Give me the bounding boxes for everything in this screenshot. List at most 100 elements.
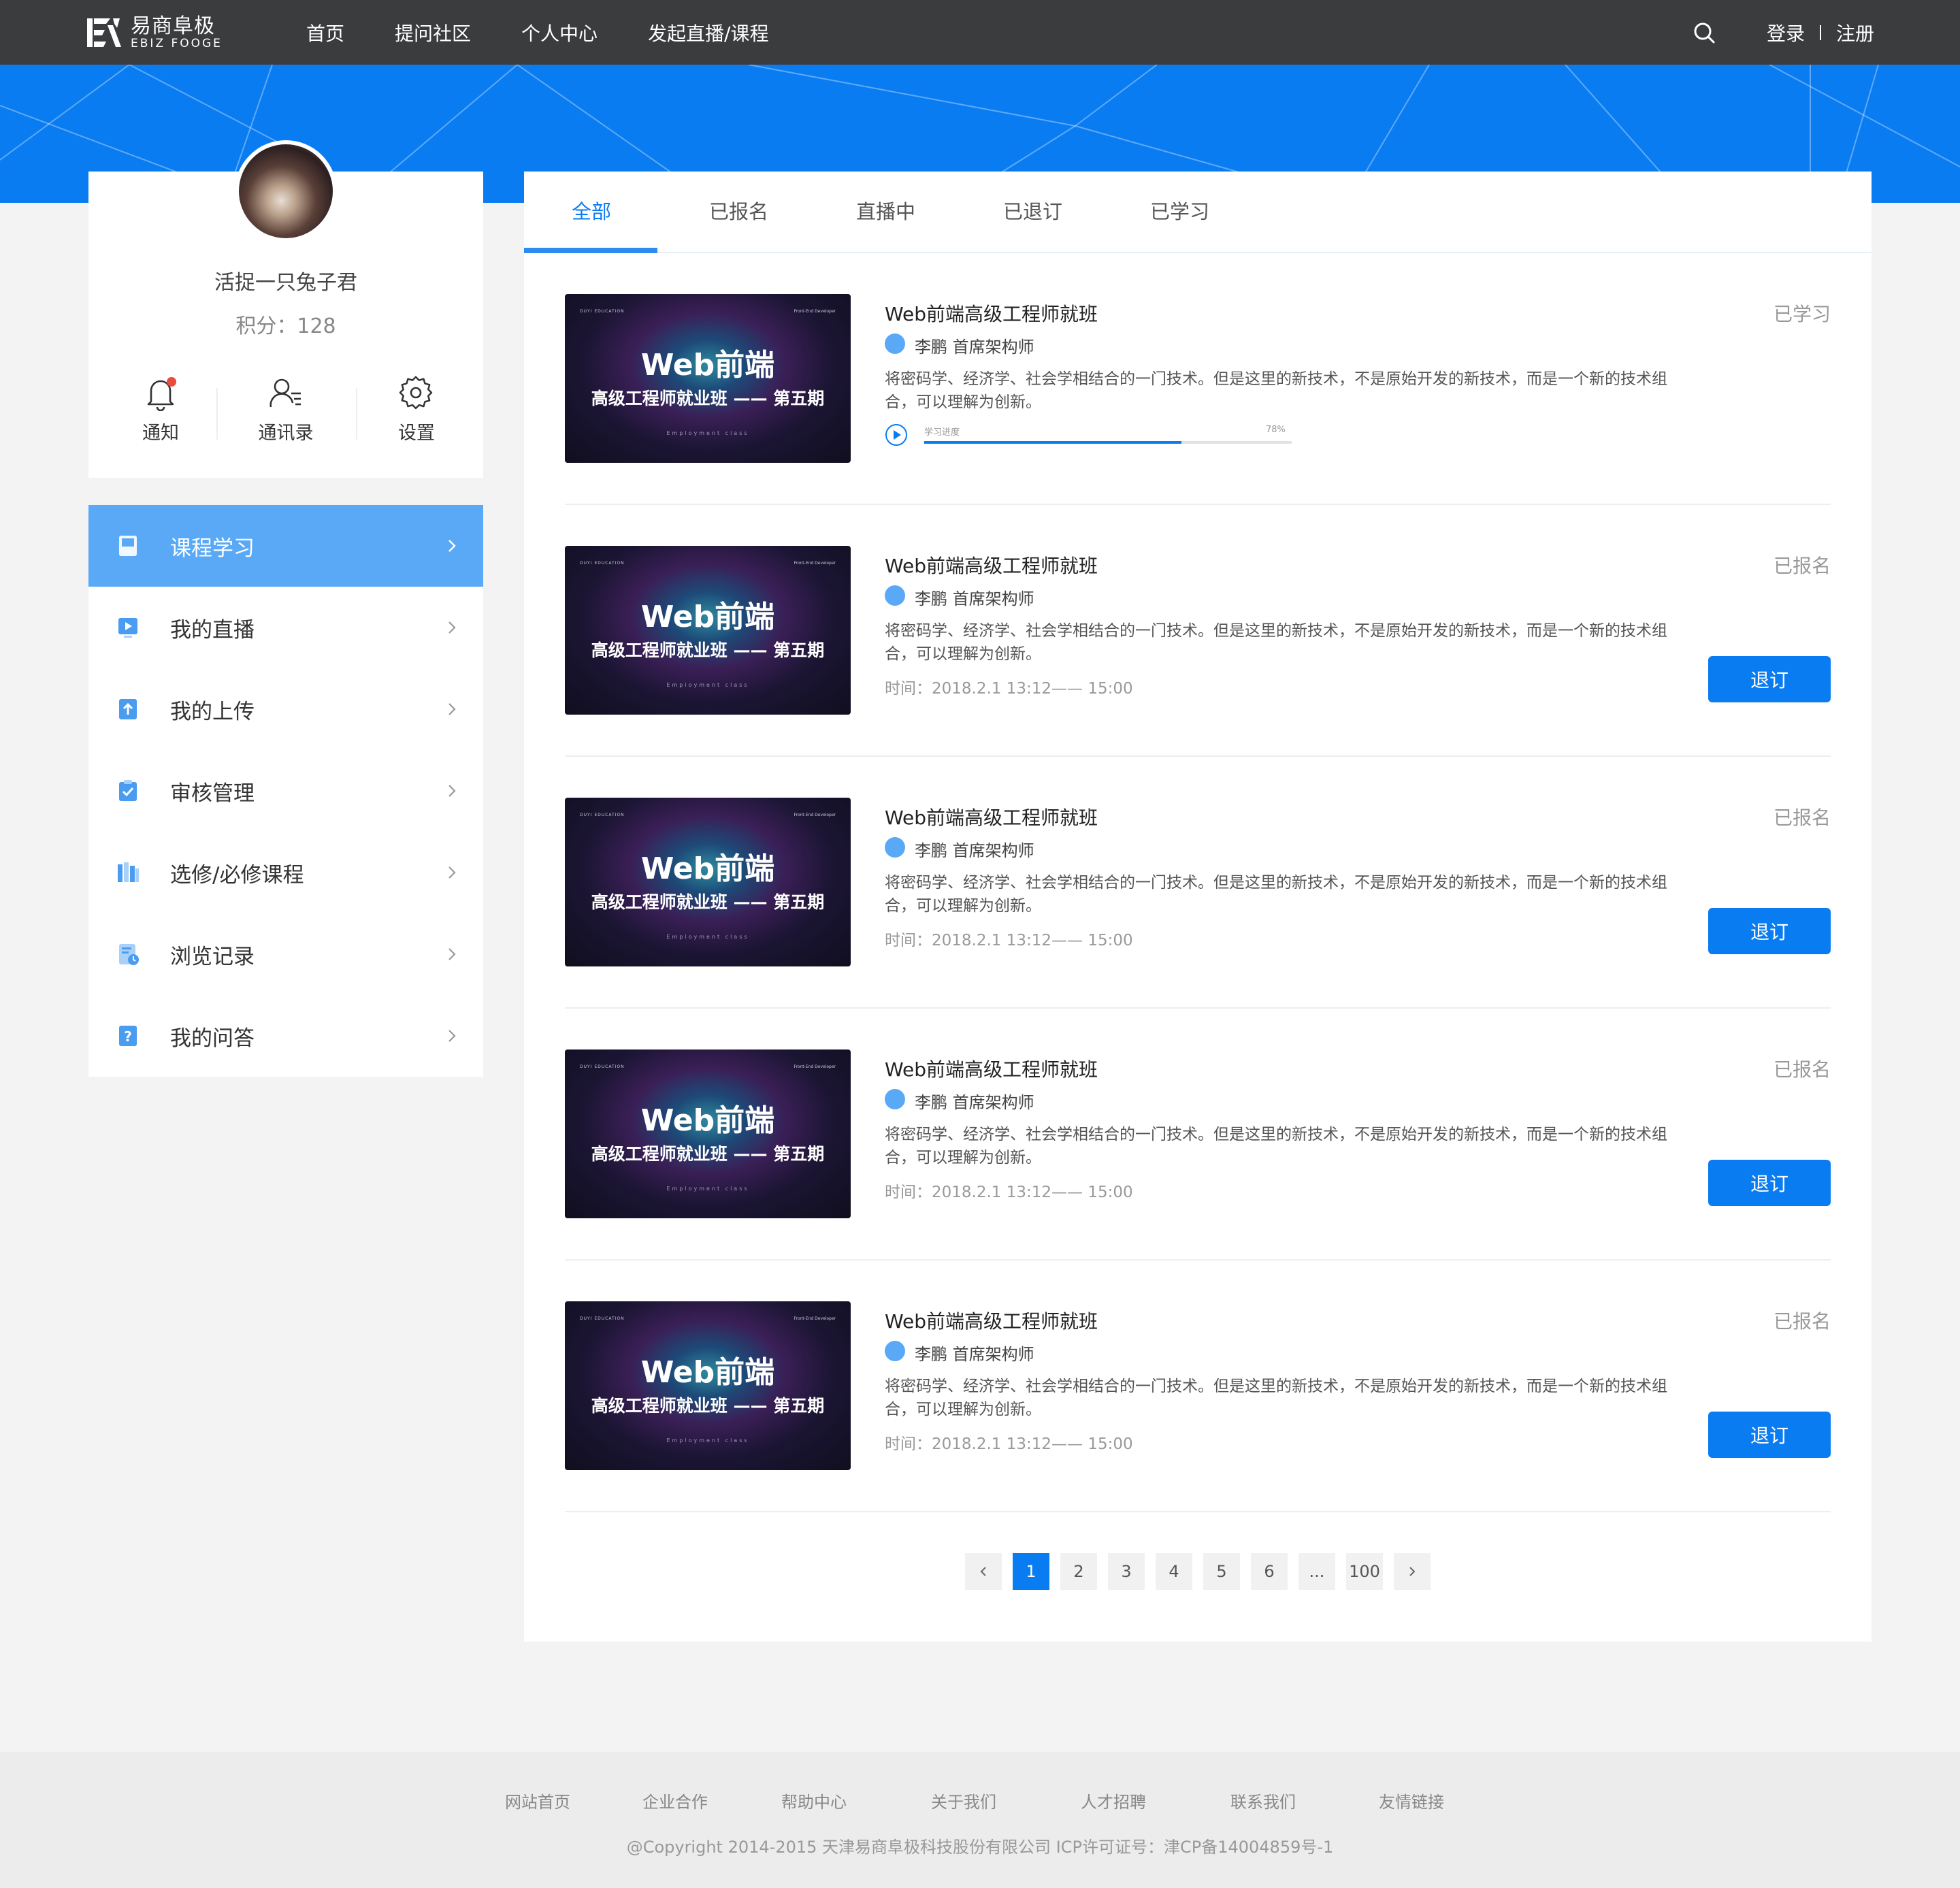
unsubscribe-button[interactable]: 退订 [1708, 908, 1831, 954]
page-button[interactable]: 5 [1203, 1553, 1240, 1590]
settings-button[interactable]: 设置 [362, 376, 471, 444]
sidebar-item-label: 我的直播 [170, 617, 255, 642]
sidebar-menu: 课程学习 我的直播 我的上传 审核管理 选修/必修课程 浏览记录 ? 我的问答 [88, 505, 483, 1077]
tab-unsubscribed[interactable]: 已退订 [1003, 196, 1062, 225]
thumbnail-tag: Front-End Developer [794, 1064, 836, 1069]
course-title[interactable]: Web前端高级工程师就班 [885, 1055, 1098, 1082]
unsubscribe-button[interactable]: 退订 [1708, 1412, 1831, 1458]
course-description: 将密码学、经济学、社会学相结合的一门技术。但是这里的新技术，不是原始开发的新技术… [885, 622, 1667, 663]
tab-enrolled[interactable]: 已报名 [709, 196, 768, 225]
live-icon [118, 618, 137, 638]
thumbnail-brand: DUYI EDUCATION [580, 1316, 625, 1321]
sidebar-item-course-study[interactable]: 课程学习 [88, 505, 483, 587]
quick-link-label: 通知 [142, 423, 179, 444]
footer-link[interactable]: 网站首页 [505, 1789, 570, 1812]
course-time: 时间：2018.2.1 13:12—— 15:00 [885, 1184, 1133, 1201]
thumbnail-brand: DUYI EDUCATION [580, 561, 625, 566]
thumbnail-footer: Employment class [666, 430, 749, 436]
login-link[interactable]: 登录 [1767, 19, 1805, 46]
course-thumbnail[interactable]: DUYI EDUCATION Front-End Developer Web前端… [565, 1301, 851, 1470]
page-button[interactable]: 3 [1108, 1553, 1145, 1590]
tab-learned[interactable]: 已学习 [1150, 196, 1209, 225]
thumbnail-brand: DUYI EDUCATION [580, 1064, 625, 1069]
course-title[interactable]: Web前端高级工程师就班 [885, 803, 1098, 830]
prev-page-button[interactable] [965, 1553, 1002, 1590]
thumbnail-footer: Employment class [666, 682, 749, 688]
question-icon: ? [119, 1026, 137, 1046]
logo-name: 易商阜极 [131, 14, 215, 38]
footer-link[interactable]: 帮助中心 [781, 1789, 847, 1812]
thumbnail-footer: Employment class [666, 1186, 749, 1192]
chevron-right-icon [448, 1030, 456, 1042]
course-description: 将密码学、经济学、社会学相结合的一门技术。但是这里的新技术，不是原始开发的新技术… [885, 1378, 1667, 1418]
course-thumbnail[interactable]: DUYI EDUCATION Front-End Developer Web前端… [565, 546, 851, 715]
register-link[interactable]: 注册 [1836, 19, 1874, 46]
search-icon[interactable] [1693, 21, 1716, 44]
course-thumbnail[interactable]: DUYI EDUCATION Front-End Developer Web前端… [565, 1049, 851, 1218]
gear-icon [399, 376, 433, 410]
sidebar-item-history[interactable]: 浏览记录 [88, 913, 483, 995]
page-button[interactable]: 1 [1013, 1553, 1049, 1590]
auth-divider [1820, 25, 1822, 40]
logo[interactable]: 易商阜极 EBIZ FOOGE [87, 14, 223, 52]
thumbnail-subtitle: 高级工程师就业班 —— 第五期 [591, 389, 825, 408]
course-title[interactable]: Web前端高级工程师就班 [885, 1307, 1098, 1334]
footer-link[interactable]: 人才招聘 [1081, 1789, 1146, 1812]
page-button[interactable]: 2 [1060, 1553, 1097, 1590]
bell-icon [147, 377, 176, 411]
course-status: 已报名 [1773, 807, 1831, 829]
sidebar-item-label: 我的问答 [170, 1026, 255, 1051]
logo-mark-icon [87, 18, 121, 47]
tab-live[interactable]: 直播中 [856, 196, 915, 225]
progress-percent: 78% [1266, 425, 1286, 435]
thumbnail-title: Web前端 [640, 1355, 775, 1390]
book-icon [119, 536, 137, 556]
thumbnail-title: Web前端 [640, 600, 775, 634]
page-button[interactable]: 100 [1346, 1553, 1383, 1590]
thumbnail-subtitle: 高级工程师就业班 —— 第五期 [591, 1144, 825, 1164]
course-thumbnail[interactable]: DUYI EDUCATION Front-End Developer Web前端… [565, 798, 851, 966]
progress-label: 学习进度 [924, 427, 960, 438]
nav-start-live[interactable]: 发起直播/课程 [648, 19, 768, 46]
course-item: DUYI EDUCATION Front-End Developer Web前端… [565, 505, 1831, 757]
sidebar-item-label: 审核管理 [170, 781, 255, 806]
sidebar-item-my-live[interactable]: 我的直播 [88, 587, 483, 668]
unsubscribe-button[interactable]: 退订 [1708, 656, 1831, 702]
teacher-avatar [885, 585, 905, 606]
nav-community[interactable]: 提问社区 [395, 19, 471, 46]
quick-link-label: 通讯录 [258, 423, 314, 444]
avatar[interactable] [235, 140, 337, 242]
thumbnail-brand: DUYI EDUCATION [580, 309, 625, 314]
filter-tabs: 全部 已报名 直播中 已退订 已学习 [524, 172, 1872, 253]
chevron-right-icon [448, 785, 456, 797]
sidebar-item-courses-elective[interactable]: 选修/必修课程 [88, 832, 483, 913]
page-button[interactable]: 6 [1251, 1553, 1288, 1590]
footer-link[interactable]: 企业合作 [642, 1789, 708, 1812]
nav-personal-center[interactable]: 个人中心 [521, 19, 598, 46]
course-item: DUYI EDUCATION Front-End Developer Web前端… [565, 757, 1831, 1009]
course-panel: 全部 已报名 直播中 已退订 已学习 DUYI EDUCATION Front-… [524, 172, 1872, 1642]
course-thumbnail[interactable]: DUYI EDUCATION Front-End Developer Web前端… [565, 294, 851, 463]
contacts-button[interactable]: 通讯录 [231, 376, 340, 444]
course-title[interactable]: Web前端高级工程师就班 [885, 299, 1098, 327]
notification-button[interactable]: 通知 [106, 376, 215, 444]
course-item: DUYI EDUCATION Front-End Developer Web前端… [565, 1009, 1831, 1260]
sidebar-item-my-qa[interactable]: ? 我的问答 [88, 995, 483, 1077]
chevron-right-icon [1409, 1567, 1416, 1576]
chevron-left-icon [980, 1567, 986, 1576]
tab-all[interactable]: 全部 [572, 196, 611, 225]
course-status: 已学习 [1773, 303, 1831, 325]
sidebar-item-my-upload[interactable]: 我的上传 [88, 668, 483, 750]
progress-bar [924, 441, 1292, 444]
page-button[interactable]: 4 [1156, 1553, 1192, 1590]
footer-link[interactable]: 友情链接 [1379, 1789, 1444, 1812]
unsubscribe-button[interactable]: 退订 [1708, 1160, 1831, 1206]
footer-link[interactable]: 联系我们 [1230, 1789, 1296, 1812]
course-title[interactable]: Web前端高级工程师就班 [885, 551, 1098, 579]
next-page-button[interactable] [1394, 1553, 1431, 1590]
footer-link[interactable]: 关于我们 [931, 1789, 996, 1812]
play-icon[interactable] [885, 423, 908, 446]
footer: 网站首页 企业合作 帮助中心 关于我们 人才招聘 联系我们 友情链接 @Copy… [0, 1752, 1960, 1888]
sidebar-item-review[interactable]: 审核管理 [88, 750, 483, 832]
nav-home[interactable]: 首页 [306, 19, 344, 46]
